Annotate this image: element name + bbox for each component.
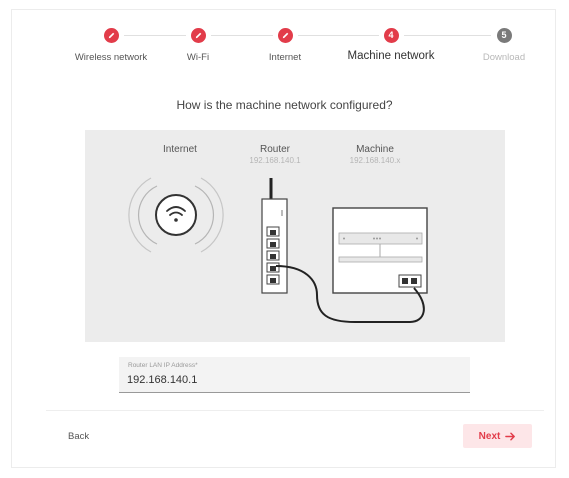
network-diagram: Internet Router 192.168.140.1 Machine 19… bbox=[85, 130, 505, 342]
router-icon bbox=[261, 178, 288, 294]
arrow-right-icon bbox=[505, 432, 516, 440]
pencil-icon bbox=[277, 28, 293, 43]
step-download: 5 Download bbox=[449, 28, 559, 63]
step-label: Machine network bbox=[347, 50, 435, 62]
back-button[interactable]: Back bbox=[68, 431, 89, 442]
router-ip-input[interactable] bbox=[127, 372, 457, 388]
router-ip-field-label: Router LAN IP Address* bbox=[128, 362, 198, 369]
wifi-icon bbox=[128, 177, 224, 253]
step-machine-network[interactable]: 4 Machine network bbox=[336, 28, 446, 62]
step-number: 5 bbox=[496, 28, 512, 43]
router-ip-field[interactable]: Router LAN IP Address* bbox=[119, 357, 470, 393]
pencil-icon bbox=[190, 28, 206, 43]
step-number: 4 bbox=[383, 28, 399, 43]
step-label: Download bbox=[482, 52, 526, 63]
next-button[interactable]: Next bbox=[463, 424, 532, 448]
footer-divider bbox=[46, 410, 544, 411]
step-label: Internet bbox=[268, 52, 302, 63]
pencil-icon bbox=[103, 28, 119, 43]
step-internet[interactable]: Internet bbox=[230, 28, 340, 63]
machine-icon bbox=[332, 207, 428, 294]
page-question: How is the machine network configured? bbox=[176, 98, 393, 112]
network-diagram-art bbox=[128, 177, 428, 323]
next-button-label: Next bbox=[478, 430, 501, 442]
